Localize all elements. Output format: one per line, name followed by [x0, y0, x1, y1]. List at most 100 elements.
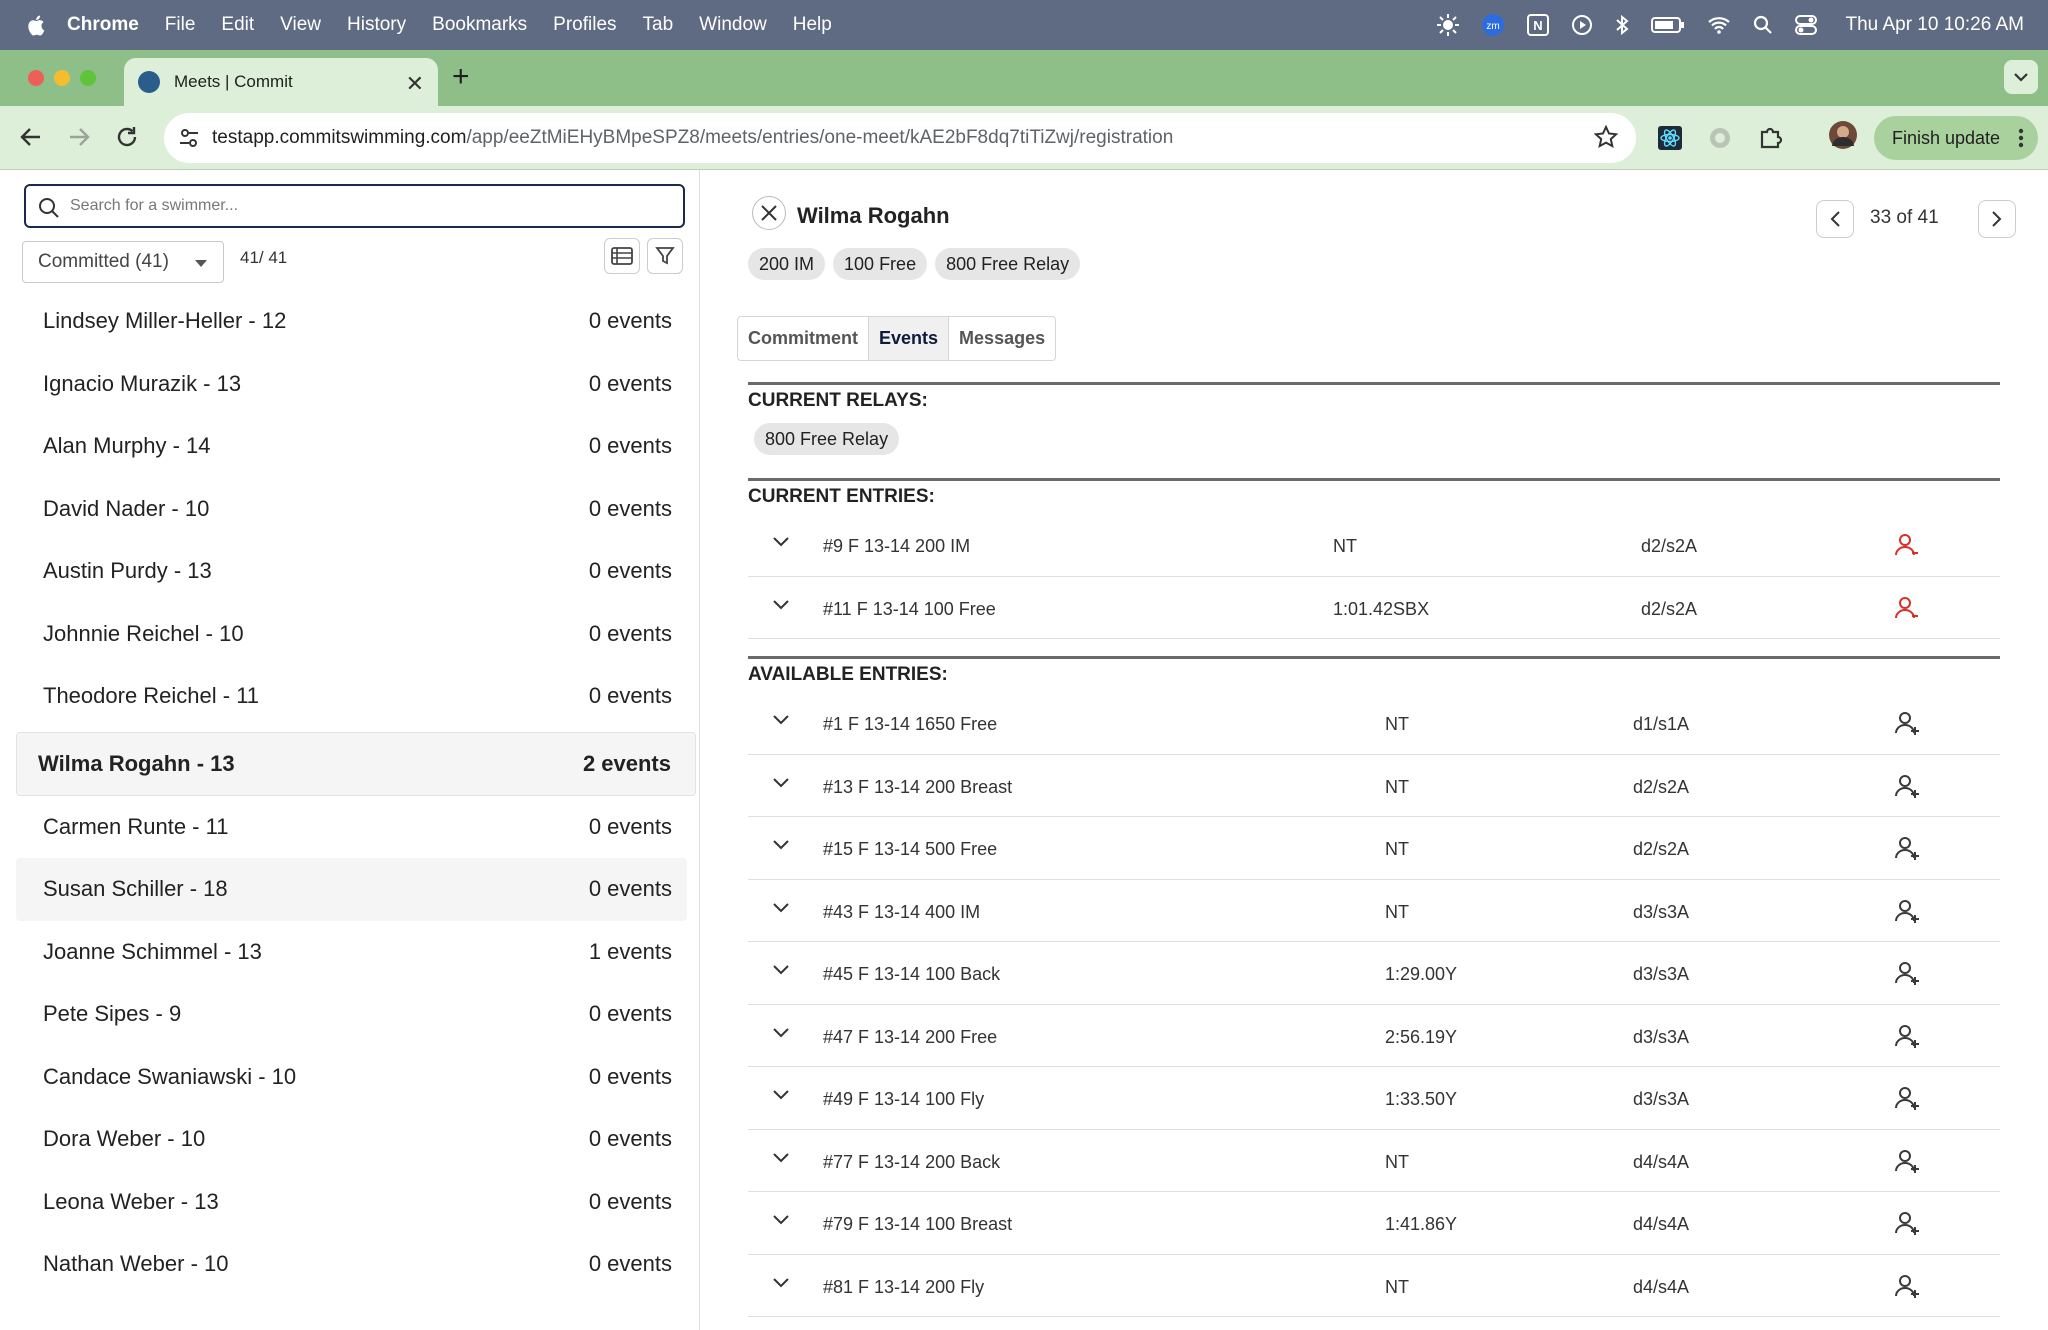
- add-entry-person-icon[interactable]: [1894, 960, 1920, 986]
- add-entry-person-icon[interactable]: [1894, 710, 1920, 736]
- swimmer-row[interactable]: Austin Purdy - 13 0 events: [16, 540, 696, 603]
- add-entry-person-icon[interactable]: [1894, 898, 1920, 924]
- swimmer-row[interactable]: Susan Schiller - 18 0 events: [16, 858, 687, 921]
- back-arrow-icon[interactable]: [18, 124, 44, 150]
- expand-chevron-icon[interactable]: [772, 1214, 790, 1226]
- add-entry-person-icon[interactable]: [1894, 1273, 1920, 1299]
- notion-icon[interactable]: N: [1527, 14, 1550, 36]
- tab-events[interactable]: Events: [869, 317, 950, 360]
- finish-update-button[interactable]: Finish update: [1874, 116, 2038, 160]
- remove-entry-person-icon[interactable]: [1894, 532, 1920, 558]
- commit-status-select[interactable]: Committed (41): [22, 241, 224, 283]
- extension-icon[interactable]: [1708, 126, 1732, 150]
- site-info-icon[interactable]: [178, 127, 200, 149]
- previous-swimmer-button[interactable]: [1816, 200, 1854, 238]
- battery-icon[interactable]: [1651, 16, 1685, 34]
- menu-window[interactable]: Window: [699, 14, 767, 36]
- extensions-puzzle-icon[interactable]: [1758, 124, 1784, 150]
- swimmer-row[interactable]: Joanne Schimmel - 13 1 events: [16, 921, 696, 984]
- swimmer-name: Leona Weber - 13: [43, 1188, 219, 1214]
- profile-avatar[interactable]: [1828, 120, 1858, 150]
- site-favicon-icon: [138, 71, 160, 93]
- bookmark-star-icon[interactable]: [1594, 125, 1618, 149]
- swimmer-row[interactable]: Alan Murphy - 14 0 events: [16, 415, 696, 478]
- expand-chevron-icon[interactable]: [772, 536, 790, 548]
- expand-chevron-icon[interactable]: [772, 839, 790, 851]
- swimmer-name: Pete Sipes - 9: [43, 1001, 182, 1027]
- menu-view[interactable]: View: [280, 14, 321, 36]
- expand-chevron-icon[interactable]: [772, 1027, 790, 1039]
- add-entry-person-icon[interactable]: [1894, 1148, 1920, 1174]
- menu-edit[interactable]: Edit: [221, 14, 254, 36]
- window-close-button[interactable]: [28, 70, 44, 86]
- menu-help[interactable]: Help: [793, 14, 832, 36]
- entry-session-slot: d3/s3A: [1633, 1026, 1690, 1047]
- expand-chevron-icon[interactable]: [772, 964, 790, 976]
- browser-tab-active[interactable]: Meets | Commit ✕: [124, 58, 438, 106]
- menu-tab[interactable]: Tab: [643, 14, 674, 36]
- swimmer-row[interactable]: Nathan Weber - 10 0 events: [16, 1233, 696, 1296]
- add-entry-person-icon[interactable]: [1894, 1210, 1920, 1236]
- swimmer-row[interactable]: Leona Weber - 13 0 events: [16, 1171, 696, 1234]
- tab-search-button[interactable]: [2004, 60, 2038, 94]
- bluetooth-icon[interactable]: [1615, 14, 1630, 36]
- tab-messages[interactable]: Messages: [949, 317, 1055, 360]
- next-swimmer-button[interactable]: [1978, 200, 2016, 238]
- current-entries-title: CURRENT ENTRIES:: [748, 486, 935, 507]
- swimmer-row[interactable]: Theodore Reichel - 11 0 events: [16, 665, 696, 728]
- expand-chevron-icon[interactable]: [772, 902, 790, 914]
- swimmer-row[interactable]: Lindsey Miller-Heller - 12 0 events: [16, 290, 696, 353]
- entry-row: #15 F 13-14 500 Free NT d2/s2A: [748, 817, 2000, 880]
- menu-profiles[interactable]: Profiles: [553, 14, 616, 36]
- wifi-icon[interactable]: [1707, 16, 1731, 34]
- expand-chevron-icon[interactable]: [772, 777, 790, 789]
- tab-close-icon[interactable]: ✕: [406, 71, 424, 97]
- menu-file[interactable]: File: [165, 14, 196, 36]
- address-bar[interactable]: testapp.commitswimming.com/app/eeZtMiEHy…: [164, 113, 1636, 163]
- menu-history[interactable]: History: [347, 14, 406, 36]
- expand-chevron-icon[interactable]: [772, 1152, 790, 1164]
- add-entry-person-icon[interactable]: [1894, 835, 1920, 861]
- swimmer-row[interactable]: Carmen Runte - 11 0 events: [16, 796, 696, 859]
- add-entry-person-icon[interactable]: [1894, 1023, 1920, 1049]
- swimmer-row[interactable]: Ignacio Murazik - 13 0 events: [16, 353, 696, 416]
- apple-icon[interactable]: [27, 14, 47, 36]
- react-devtools-icon[interactable]: [1658, 126, 1682, 150]
- filter-button[interactable]: [647, 238, 683, 274]
- tab-commitment[interactable]: Commitment: [738, 317, 870, 360]
- forward-arrow-icon[interactable]: [66, 124, 92, 150]
- swimmer-row[interactable]: Wilma Rogahn - 13 2 events: [16, 731, 696, 796]
- remove-entry-person-icon[interactable]: [1894, 595, 1920, 621]
- control-center-icon[interactable]: [1795, 15, 1818, 35]
- spotlight-search-icon[interactable]: [1753, 15, 1773, 35]
- new-tab-button[interactable]: +: [452, 60, 470, 94]
- swimmer-row[interactable]: Dora Weber - 10 0 events: [16, 1108, 696, 1171]
- reload-icon[interactable]: [114, 124, 140, 150]
- expand-chevron-icon[interactable]: [772, 714, 790, 726]
- play-icon[interactable]: [1571, 14, 1593, 36]
- window-zoom-button[interactable]: [80, 70, 96, 86]
- swimmer-row[interactable]: Johnnie Reichel - 10 0 events: [16, 603, 696, 666]
- swimmer-search-input[interactable]: Search for a swimmer...: [24, 184, 685, 228]
- brightness-icon[interactable]: [1437, 14, 1460, 36]
- menu-app-name[interactable]: Chrome: [67, 14, 139, 36]
- menu-bookmarks[interactable]: Bookmarks: [432, 14, 527, 36]
- swimmer-row[interactable]: Candace Swaniawski - 10 0 events: [16, 1046, 696, 1109]
- window-minimize-button[interactable]: [54, 70, 70, 86]
- list-view-button[interactable]: [604, 238, 640, 274]
- menubar-clock[interactable]: Thu Apr 10 10:26 AM: [1845, 14, 2024, 36]
- expand-chevron-icon[interactable]: [772, 1089, 790, 1101]
- add-entry-person-icon[interactable]: [1894, 1085, 1920, 1111]
- swimmer-row[interactable]: David Nader - 10 0 events: [16, 478, 696, 541]
- expand-chevron-icon[interactable]: [772, 599, 790, 611]
- close-detail-button[interactable]: [752, 196, 786, 230]
- list-view-icon: [611, 247, 633, 265]
- swimmer-row[interactable]: Pete Sipes - 9 0 events: [16, 983, 696, 1046]
- add-entry-person-icon[interactable]: [1894, 773, 1920, 799]
- swimmer-event-count: 0 events: [588, 1063, 672, 1089]
- entry-session-slot: d2/s2A: [1641, 598, 1698, 619]
- commit-status-label: Committed (41): [38, 251, 169, 272]
- expand-chevron-icon[interactable]: [772, 1277, 790, 1289]
- entry-session-slot: d3/s3A: [1633, 1089, 1690, 1109]
- zoom-icon[interactable]: zm: [1481, 13, 1505, 37]
